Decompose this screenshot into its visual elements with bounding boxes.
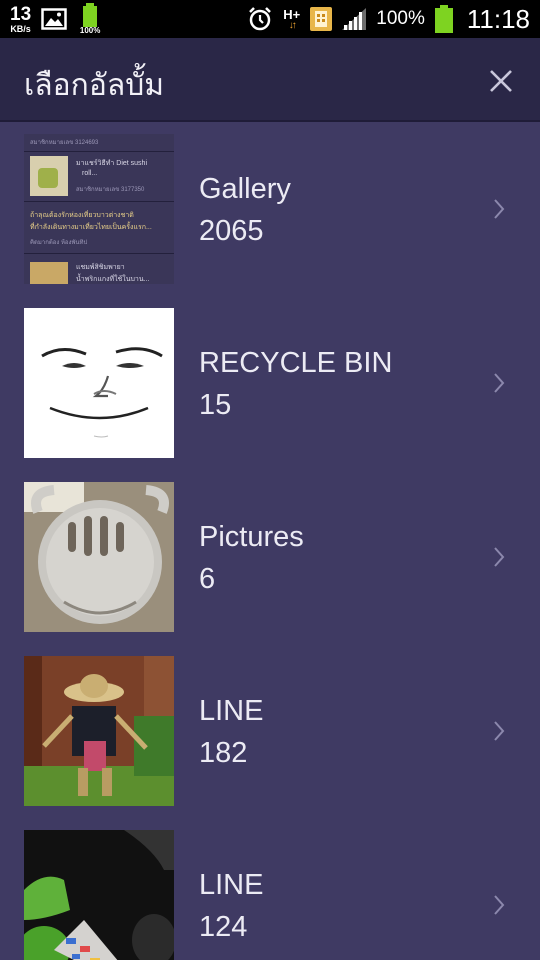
close-button[interactable] (482, 62, 520, 100)
album-count: 6 (199, 563, 216, 595)
status-left-icons: 13 KB/s 100% (10, 2, 103, 36)
album-thumbnail (24, 656, 174, 806)
album-thumbnail (24, 308, 174, 458)
chevron-right-icon (494, 547, 505, 567)
album-name: LINE (199, 869, 264, 901)
chevron-right-icon (494, 895, 505, 915)
album-row-recycle-bin[interactable]: RECYCLE BIN 15 (0, 296, 540, 470)
album-name: RECYCLE BIN (199, 347, 393, 379)
network-speed-value: 13 (10, 3, 32, 25)
image-icon (41, 8, 67, 30)
album-count: 15 (199, 389, 232, 421)
thumb-text: แชมพ์สิชิมพายา (76, 264, 125, 271)
album-count: 124 (199, 911, 248, 943)
network-type: H+ (283, 6, 301, 22)
alarm-icon (247, 6, 273, 32)
thumb-text: ถ้าลุณต้องรักห่องเที่ยวบาวต่างชาติ (30, 212, 134, 219)
album-thumbnail (24, 830, 174, 960)
chevron-right-icon (494, 199, 505, 219)
status-right-icons: H+ ↓↑ 100% 11:18 (247, 0, 530, 38)
album-name: LINE (199, 695, 264, 727)
battery-icon (434, 5, 453, 33)
network-hplus-icon: H+ ↓↑ (283, 6, 301, 31)
album-name: Pictures (199, 521, 304, 553)
close-icon (490, 70, 512, 92)
battery-percent: 100% (376, 8, 425, 29)
thumb-text: สมาชิกหมายเลข 3177350 (76, 187, 145, 193)
chevron-right-icon (494, 721, 505, 741)
album-list[interactable]: สมาชิกหมายเลข 3124693 มาแชร์วิธีทำ Diet … (0, 122, 540, 960)
signal-icon (342, 8, 367, 30)
thumb-text: น้ำพริกแกงที่ใช้ในบาน... (76, 276, 150, 283)
clock: 11:18 (466, 3, 530, 34)
thumb-text: ที่กำลังเดินทางมาเที่ยวไทยเป็นครั้งแรก..… (30, 224, 152, 231)
album-count: 182 (199, 737, 248, 769)
app-header: เลือกอัลบั้ม (0, 38, 540, 122)
chevron-right-icon (494, 373, 505, 393)
album-row-gallery[interactable]: สมาชิกหมายเลข 3124693 มาแชร์วิธีทำ Diet … (0, 122, 540, 296)
thumb-text: สมาชิกหมายเลข 3124693 (30, 140, 99, 146)
status-bar: 13 KB/s 100% H+ ↓↑ 100% 11:18 (0, 0, 540, 38)
thumb-text: คิดมากต้อง ห้องพันทิป (30, 240, 88, 246)
album-thumbnail (24, 482, 174, 632)
album-row-line[interactable]: LINE 182 (0, 644, 540, 818)
album-row-pictures[interactable]: Pictures 6 (0, 470, 540, 644)
page-title: เลือกอัลบั้ม (24, 68, 165, 103)
network-speed-unit: KB/s (10, 23, 31, 34)
thumb-text: มาแชร์วิธีทำ Diet sushi (76, 160, 147, 167)
battery-icon: 100% (77, 3, 103, 35)
network-speed: 13 KB/s (10, 5, 31, 34)
album-name: Gallery (199, 173, 291, 205)
album-row-line[interactable]: LINE 124 (0, 818, 540, 960)
small-battery-percent: 100% (79, 26, 101, 35)
notification-app-icon (310, 7, 333, 31)
album-count: 2065 (199, 215, 264, 247)
thumb-text: roll... (82, 170, 98, 177)
album-thumbnail: สมาชิกหมายเลข 3124693 มาแชร์วิธีทำ Diet … (24, 134, 174, 284)
